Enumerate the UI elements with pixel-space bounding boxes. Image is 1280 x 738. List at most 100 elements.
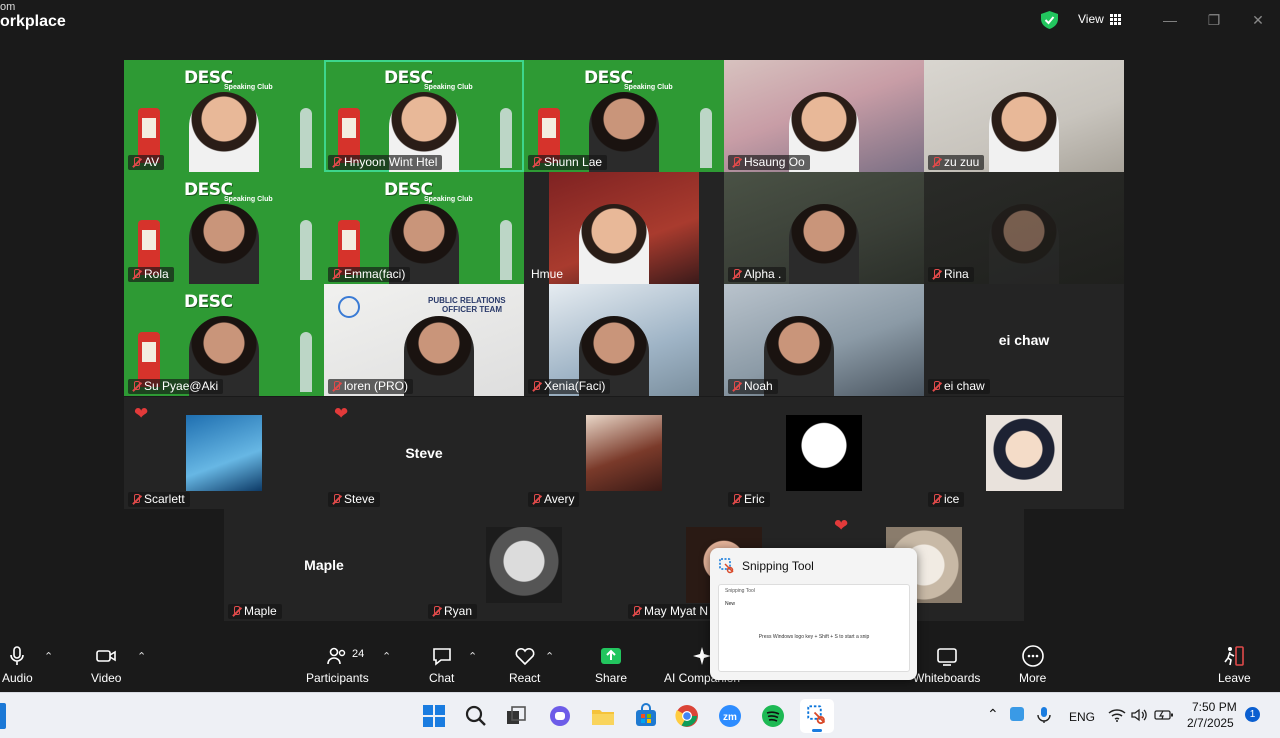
pr-banner-line1: PUBLIC RELATIONS xyxy=(428,296,506,305)
chat-options-caret[interactable]: ⌃ xyxy=(468,650,477,663)
whiteboards-button[interactable]: Whiteboards xyxy=(913,644,980,685)
statue-graphic xyxy=(500,108,512,168)
file-explorer-icon[interactable] xyxy=(590,703,616,729)
video-button[interactable]: Video xyxy=(91,644,121,685)
tray-app-icon[interactable] xyxy=(1010,707,1024,721)
video-tile-active-speaker[interactable]: DESC Speaking Club Hnyoon Wint Htel xyxy=(324,60,524,172)
speaker-icon[interactable] xyxy=(1131,708,1149,722)
participant-name: Rola xyxy=(144,267,169,281)
store-icon[interactable] xyxy=(633,703,659,729)
video-tile[interactable]: DESC Speaking Club Emma(faci) xyxy=(324,172,524,284)
video-tile[interactable]: PUBLIC RELATIONS OFFICER TEAM loren (PRO… xyxy=(324,284,524,396)
muted-mic-icon xyxy=(531,157,541,168)
share-button[interactable]: Share xyxy=(595,644,627,685)
notification-badge[interactable]: 1 xyxy=(1245,707,1260,722)
leave-label: Leave xyxy=(1218,671,1251,685)
chat-icon xyxy=(432,648,451,666)
snipping-tool-taskbar-button[interactable] xyxy=(800,699,834,733)
shield-icon[interactable] xyxy=(1041,11,1058,29)
avatar-tile[interactable]: Ryan xyxy=(424,509,624,621)
participants-options-caret[interactable]: ⌃ xyxy=(382,650,391,663)
spotify-icon[interactable] xyxy=(760,703,786,729)
chat-button[interactable]: Chat xyxy=(429,644,454,685)
leave-button[interactable]: Leave xyxy=(1218,644,1251,685)
name-tag: AV xyxy=(128,155,165,170)
battery-icon[interactable] xyxy=(1154,708,1174,722)
audio-button[interactable]: Audio xyxy=(2,644,33,685)
video-tile[interactable]: Xenia(Faci) xyxy=(524,284,724,396)
participant-name: Steve xyxy=(344,492,375,506)
name-tag: Rola xyxy=(128,267,174,282)
zoom-window: om orkplace View — ❐ ✕ DESC Speaking Clu… xyxy=(0,0,1280,738)
name-tag: Xenia(Faci) xyxy=(528,379,611,394)
search-icon[interactable] xyxy=(463,703,489,729)
name-tag: ice xyxy=(928,492,965,507)
more-button[interactable]: More xyxy=(1019,644,1046,685)
wifi-icon[interactable] xyxy=(1108,708,1126,722)
video-tile[interactable]: Rina xyxy=(924,172,1124,284)
heart-icon xyxy=(515,647,535,666)
partial-app-icon[interactable] xyxy=(0,703,6,729)
name-tag: Su Pyae@Aki xyxy=(128,379,224,394)
avatar xyxy=(486,527,562,603)
muted-mic-icon xyxy=(731,494,741,505)
view-button[interactable]: View xyxy=(1078,12,1121,26)
participant-video xyxy=(789,204,859,284)
participant-video xyxy=(989,92,1059,172)
chrome-icon[interactable] xyxy=(674,703,700,729)
avatar-tile[interactable]: ice xyxy=(924,397,1124,509)
windows-taskbar: zm ⌃ ENG 7:50 PM 2/7/2025 xyxy=(0,692,1280,738)
club-text: Speaking Club xyxy=(224,196,273,203)
restore-icon[interactable]: ❐ xyxy=(1206,12,1222,28)
participant-name: Maple xyxy=(244,604,277,618)
video-tile[interactable]: DESC Speaking Club Rola xyxy=(124,172,324,284)
video-tile-camera-off[interactable]: Maple Maple xyxy=(224,509,424,621)
show-hidden-icons-chevron[interactable]: ⌃ xyxy=(987,706,999,723)
react-options-caret[interactable]: ⌃ xyxy=(545,650,554,663)
snipping-tool-icon xyxy=(807,705,826,725)
name-tag: Hmue xyxy=(528,267,568,282)
snipping-tool-notification[interactable]: Snipping Tool Snipping Tool New Press Wi… xyxy=(710,548,917,680)
avatar-tile[interactable]: Eric xyxy=(724,397,924,509)
video-tile[interactable]: Noah xyxy=(724,284,924,396)
windows-start-icon[interactable] xyxy=(421,703,447,729)
muted-mic-icon xyxy=(931,381,941,392)
microphone-tray-icon[interactable] xyxy=(1036,706,1052,724)
participant-name: Ryan xyxy=(444,604,473,618)
video-tile[interactable]: DESC Speaking Club Shunn Lae xyxy=(524,60,724,172)
language-indicator[interactable]: ENG xyxy=(1069,710,1095,724)
name-tag: May Myat N xyxy=(628,604,714,619)
clock-date[interactable]: 2/7/2025 xyxy=(1187,716,1234,730)
clock-time[interactable]: 7:50 PM xyxy=(1192,700,1237,714)
close-icon[interactable]: ✕ xyxy=(1250,12,1266,28)
participant-name: May Myat N xyxy=(644,604,709,618)
task-view-icon[interactable] xyxy=(503,703,529,729)
muted-mic-icon xyxy=(331,269,341,280)
video-tile-camera-off[interactable]: ei chaw ei chaw xyxy=(924,284,1124,396)
video-options-caret[interactable]: ⌃ xyxy=(137,650,146,663)
audio-options-caret[interactable]: ⌃ xyxy=(44,650,53,663)
video-tile[interactable]: zu zuu xyxy=(924,60,1124,172)
react-button[interactable]: React xyxy=(509,644,540,685)
video-tile[interactable]: Hsaung Oo xyxy=(724,60,924,172)
muted-mic-icon xyxy=(931,157,941,168)
video-tile[interactable]: DESC Speaking Club AV xyxy=(124,60,324,172)
leave-icon xyxy=(1224,646,1245,666)
avatar-tile[interactable]: Avery xyxy=(524,397,724,509)
name-tag: ei chaw xyxy=(928,379,990,394)
muted-mic-icon xyxy=(131,157,141,168)
app-title-line1: om xyxy=(0,1,16,13)
zoom-icon[interactable]: zm xyxy=(717,703,743,729)
muted-mic-icon xyxy=(131,494,141,505)
video-tile[interactable]: Alpha . xyxy=(724,172,924,284)
muted-mic-icon xyxy=(331,381,341,392)
copilot-icon[interactable] xyxy=(547,703,573,729)
avatar-tile[interactable]: ❤ Scarlett xyxy=(124,397,324,509)
minimize-icon[interactable]: — xyxy=(1162,12,1178,28)
video-tile[interactable]: DESC Su Pyae@Aki xyxy=(124,284,324,396)
participant-video xyxy=(189,92,259,172)
video-tile[interactable]: Hmue xyxy=(524,172,724,284)
name-tag: loren (PRO) xyxy=(328,379,414,394)
video-tile-camera-off[interactable]: ❤ Steve Steve xyxy=(324,397,524,509)
name-tag: Avery xyxy=(528,492,580,507)
